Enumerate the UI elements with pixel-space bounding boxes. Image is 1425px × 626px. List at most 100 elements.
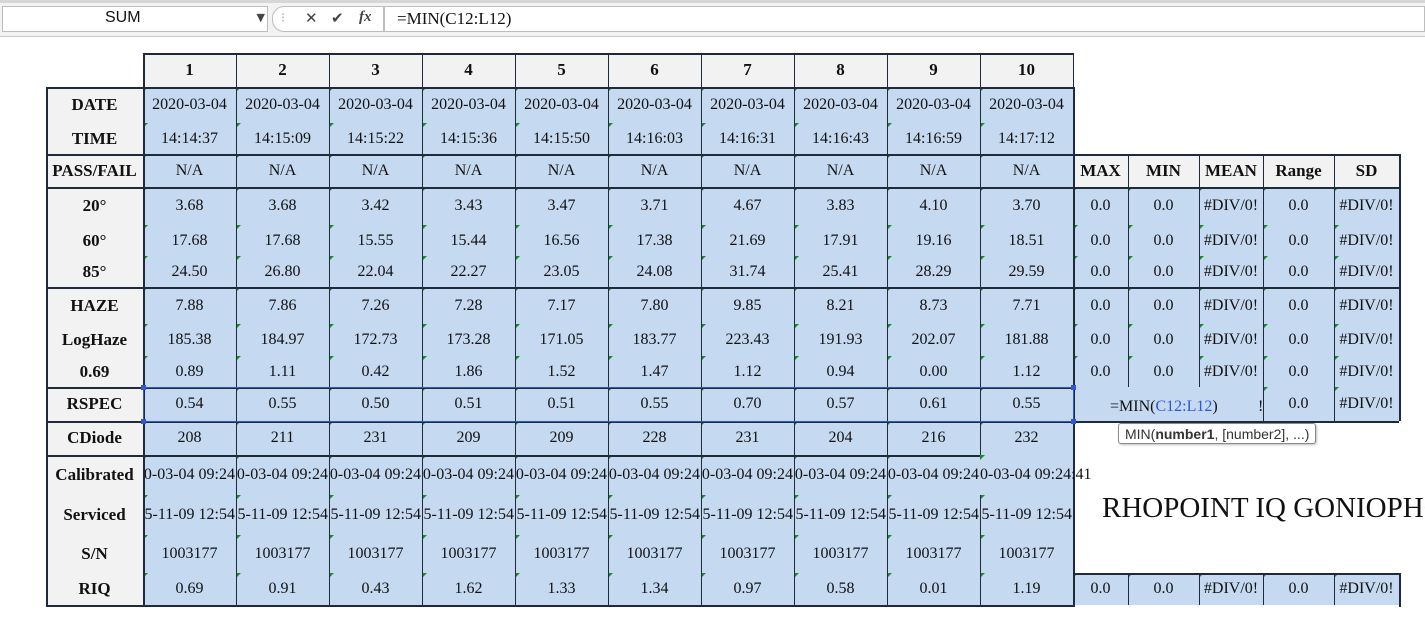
data-cell[interactable]: 2020-03-04 [515, 87, 608, 123]
data-cell[interactable]: 1003177 [422, 535, 515, 573]
stat-cell[interactable]: 0.0 [1263, 573, 1334, 605]
data-cell[interactable]: 24.50 [143, 256, 236, 287]
data-cell[interactable]: 1.11 [236, 356, 329, 387]
data-cell[interactable]: 184.97 [236, 324, 329, 356]
data-cell[interactable]: 0-03-04 09:24 [422, 455, 515, 495]
data-cell[interactable]: 14:14:37 [143, 123, 236, 154]
stat-cell[interactable]: 0.0 [1128, 187, 1199, 225]
data-cell[interactable]: 232 [980, 421, 1073, 455]
data-cell[interactable]: N/A [887, 154, 980, 187]
data-cell[interactable]: 1.86 [422, 356, 515, 387]
data-cell[interactable]: 28.29 [887, 256, 980, 287]
stat-cell[interactable]: 0.0 [1073, 256, 1128, 287]
data-cell[interactable]: 1003177 [887, 535, 980, 573]
data-cell[interactable]: 202.07 [887, 324, 980, 356]
data-cell[interactable]: 14:15:22 [329, 123, 422, 154]
data-cell[interactable]: 22.04 [329, 256, 422, 287]
data-cell[interactable]: 3.43 [422, 187, 515, 225]
data-cell[interactable]: 0-03-04 09:24 [143, 455, 236, 495]
data-cell[interactable]: N/A [608, 154, 701, 187]
data-cell[interactable]: 1003177 [236, 535, 329, 573]
data-cell[interactable]: N/A [980, 154, 1073, 187]
stat-cell[interactable]: 0.0 [1263, 256, 1334, 287]
stat-cell[interactable]: #DIV/0! [1334, 356, 1399, 387]
data-cell[interactable]: 17.91 [794, 225, 887, 256]
data-cell[interactable]: 181.88 [980, 324, 1073, 356]
data-cell[interactable]: 1003177 [143, 535, 236, 573]
data-cell[interactable]: 26.80 [236, 256, 329, 287]
data-cell[interactable]: 2020-03-04 [980, 87, 1073, 123]
data-cell[interactable]: 0-03-04 09:24 [515, 455, 608, 495]
stat-cell[interactable]: 0.0 [1263, 287, 1334, 324]
data-cell[interactable]: 216 [887, 421, 980, 455]
data-cell[interactable]: 172.73 [329, 324, 422, 356]
data-cell[interactable]: 7.86 [236, 287, 329, 324]
data-cell[interactable]: 209 [422, 421, 515, 455]
data-cell[interactable]: 14:15:09 [236, 123, 329, 154]
stat-cell[interactable]: #DIV/0! [1334, 256, 1399, 287]
data-cell[interactable]: 0.89 [143, 356, 236, 387]
stat-cell[interactable]: 0.0 [1263, 187, 1334, 225]
stat-cell[interactable]: 0.0 [1263, 387, 1334, 421]
data-cell[interactable]: 5-11-09 12:54 [980, 495, 1073, 535]
data-cell[interactable]: 14:17:12 [980, 123, 1073, 154]
formula-input[interactable]: =MIN(C12:L12) [384, 6, 1425, 32]
data-cell[interactable]: 2020-03-04 [236, 87, 329, 123]
stat-cell[interactable]: 0.0 [1128, 225, 1199, 256]
data-cell[interactable]: 14:16:03 [608, 123, 701, 154]
data-cell[interactable]: 0.94 [794, 356, 887, 387]
range-resize-handle[interactable] [141, 419, 146, 424]
data-cell[interactable]: N/A [236, 154, 329, 187]
data-cell[interactable]: 8.21 [794, 287, 887, 324]
data-cell[interactable]: 7.17 [515, 287, 608, 324]
data-cell[interactable]: 183.77 [608, 324, 701, 356]
data-cell[interactable]: 3.68 [236, 187, 329, 225]
data-cell[interactable]: N/A [794, 154, 887, 187]
data-cell[interactable]: 0.69 [143, 573, 236, 605]
insert-function-icon[interactable]: fx [359, 9, 372, 26]
data-cell[interactable]: 17.68 [236, 225, 329, 256]
data-cell[interactable]: 3.83 [794, 187, 887, 225]
data-cell[interactable]: 21.69 [701, 225, 794, 256]
data-cell[interactable]: 14:15:50 [515, 123, 608, 154]
stat-cell[interactable]: #DIV/0! [1334, 287, 1399, 324]
data-cell[interactable]: N/A [143, 154, 236, 187]
stat-cell[interactable]: #DIV/0! [1199, 287, 1263, 324]
data-cell[interactable]: 231 [329, 421, 422, 455]
stat-cell[interactable]: 0.0 [1263, 324, 1334, 356]
data-cell[interactable]: 1.62 [422, 573, 515, 605]
range-resize-handle[interactable] [1071, 419, 1076, 424]
data-cell[interactable]: 2020-03-04 [608, 87, 701, 123]
stat-cell[interactable]: #DIV/0! [1199, 225, 1263, 256]
stat-cell[interactable]: 0.0 [1073, 225, 1128, 256]
stat-cell[interactable]: #DIV/0! [1334, 324, 1399, 356]
data-cell[interactable]: 19.16 [887, 225, 980, 256]
data-cell[interactable]: 0-03-04 09:24 [236, 455, 329, 495]
data-cell[interactable]: 14:16:43 [794, 123, 887, 154]
data-cell[interactable]: N/A [515, 154, 608, 187]
data-cell[interactable]: 1003177 [794, 535, 887, 573]
data-cell[interactable]: 24.08 [608, 256, 701, 287]
data-cell[interactable]: 0-03-04 09:24:41 [980, 455, 1092, 495]
stat-cell[interactable]: 0.0 [1128, 287, 1199, 324]
function-tooltip[interactable]: MIN(number1, [number2], ...) [1118, 423, 1317, 444]
data-cell[interactable]: 15.44 [422, 225, 515, 256]
data-cell[interactable]: 23.05 [515, 256, 608, 287]
data-cell[interactable]: 2020-03-04 [887, 87, 980, 123]
data-cell[interactable]: 1003177 [329, 535, 422, 573]
data-cell[interactable]: 5-11-09 12:54 [701, 495, 794, 535]
data-cell[interactable]: 0.01 [887, 573, 980, 605]
data-cell[interactable]: 2020-03-04 [329, 87, 422, 123]
data-cell[interactable]: 8.73 [887, 287, 980, 324]
data-cell[interactable]: 17.38 [608, 225, 701, 256]
data-cell[interactable]: 4.10 [887, 187, 980, 225]
data-cell[interactable]: 185.38 [143, 324, 236, 356]
stat-cell[interactable]: 0.0 [1128, 356, 1199, 387]
data-cell[interactable]: 0.97 [701, 573, 794, 605]
data-cell[interactable]: N/A [701, 154, 794, 187]
cancel-icon[interactable]: ✕ [305, 9, 318, 27]
data-cell[interactable]: 0.58 [794, 573, 887, 605]
data-cell[interactable]: 209 [515, 421, 608, 455]
data-cell[interactable]: 1003177 [980, 535, 1073, 573]
data-cell[interactable]: 208 [143, 421, 236, 455]
